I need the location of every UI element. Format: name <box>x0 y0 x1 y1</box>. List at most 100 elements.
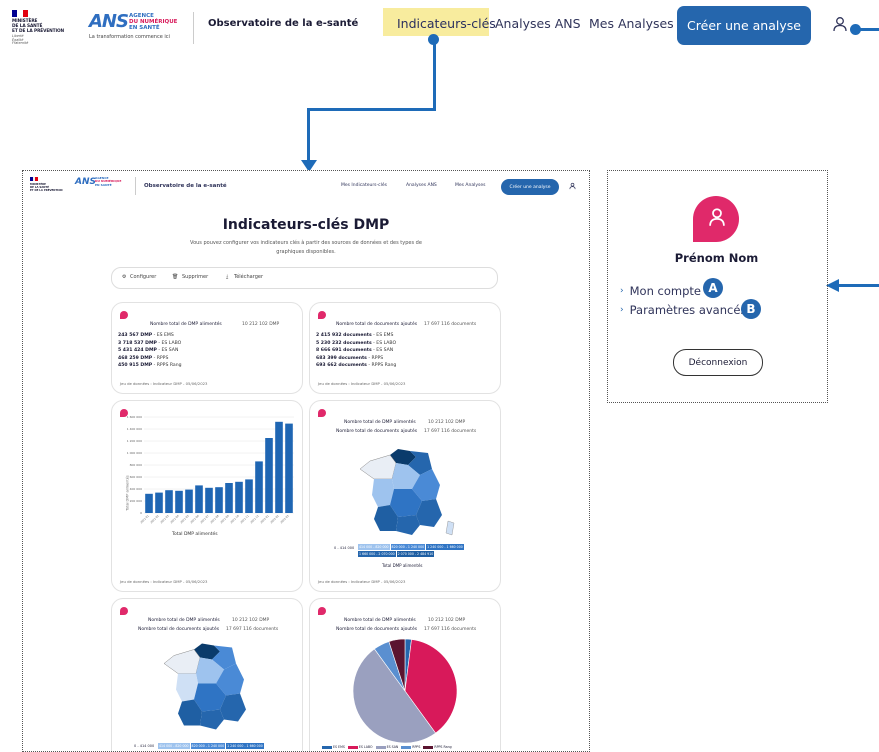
bar <box>165 490 173 513</box>
site-title[interactable]: Observatoire de la e-santé <box>208 18 358 29</box>
card-footer: Jeu de données : Indicateur DMP - 05/06/… <box>120 579 208 584</box>
legend-item: 1 660 000 - 2 070 000 <box>358 551 396 557</box>
x-tick-label: 2022-03 <box>279 514 290 525</box>
legend-item: 820 000 - 1 240 000 <box>390 544 426 550</box>
y-tick-label: 1 400 000 <box>127 427 142 431</box>
annotation-badge-a: A <box>703 278 723 298</box>
map-legend-start: 0 - 414 000 <box>334 546 355 550</box>
preview-site-title: Observatoire de la e-santé <box>144 183 227 189</box>
pink-badge-icon <box>318 409 326 417</box>
card-title: Nombre total de DMP alimentés <box>150 322 222 327</box>
advanced-settings-label[interactable]: Paramètres avancés <box>630 303 747 317</box>
y-tick-label: 400 000 <box>130 487 142 491</box>
header-divider <box>135 177 136 195</box>
my-account-label[interactable]: Mon compte <box>630 284 701 298</box>
bar <box>195 485 203 513</box>
legend-swatch <box>347 745 358 749</box>
card-total: 10 212 102 DMP <box>232 618 270 623</box>
bar <box>265 438 273 513</box>
x-tick-label: 2021-05 <box>179 514 190 525</box>
preview-toolbar: ⚙ Configurer 🗑 Supprimer ⤓ Télécharger <box>111 267 498 289</box>
chevron-right-icon: › <box>620 286 624 296</box>
bar <box>155 492 163 513</box>
gov-motto: Liberté Égalité Fraternité <box>12 34 29 46</box>
legend-swatch <box>375 745 386 749</box>
card-footer: Jeu de données : Indicateur DMP - 05/06/… <box>318 381 406 386</box>
list-item: 693 662 documents - RPPS Rang <box>316 363 397 368</box>
legend-label: RPPS Rang <box>434 745 452 749</box>
annotation-line <box>838 284 879 287</box>
bar <box>185 489 193 513</box>
y-tick-label: 0 <box>140 511 142 515</box>
preview-nav-analyses-ans: Analyses ANS <box>406 183 437 188</box>
bar <box>205 487 213 513</box>
preview-nav-mes-analyses: Mes Analyses <box>455 183 486 188</box>
french-flag-icon <box>30 177 39 181</box>
preview-nav-indicateurs: Mes Indicateurs-clés <box>341 183 387 188</box>
bar-chart: 0 200 000 400 000 600 000 800 000 1 000 000 1 … <box>127 415 294 525</box>
legend-item: ES EMS <box>322 745 345 749</box>
legend-swatch <box>423 745 434 749</box>
card-total: 17 697 116 documents <box>424 429 477 434</box>
my-account-link[interactable]: › Mon compte <box>620 284 701 298</box>
card-total: 10 212 102 DMP <box>428 420 466 425</box>
legend-item: RPPS Rang <box>423 745 452 749</box>
card-lines: 243 567 DMP - ES EMS 3 718 537 DMP - ES … <box>118 332 182 370</box>
ans-words-mini: AGENCE DU NUMÉRIQUE EN SANTÉ <box>95 176 122 187</box>
legend-item: ES SAN <box>375 745 398 749</box>
card-total: 17 697 116 documents <box>226 627 279 632</box>
annotation-line <box>433 40 436 110</box>
ans-logo[interactable]: ANS AGENCE DU NUMÉRIQUE EN SANTÉ La tran… <box>89 12 184 46</box>
bar <box>145 493 153 513</box>
kpi-card-dmp: Nombre total de DMP alimentés 10 212 102… <box>111 302 303 394</box>
preview-create-button: Créer une analyse <box>501 179 559 195</box>
x-tick-label: 2022-01 <box>259 514 270 525</box>
map-legend: 414 000 - 820 000 820 000 - 1 240 000 1 … <box>158 743 264 749</box>
advanced-settings-link[interactable]: › Paramètres avancés <box>620 303 746 317</box>
chevron-right-icon: › <box>620 305 624 315</box>
card-title: Nombre total de DMP alimentés <box>344 420 416 425</box>
y-tick-label: 600 000 <box>130 475 142 479</box>
bar <box>285 423 293 513</box>
x-tick-label: 2021-03 <box>159 514 170 525</box>
logout-button[interactable]: Déconnexion <box>673 349 763 376</box>
y-tick-label: 1 200 000 <box>127 439 142 443</box>
france-map <box>359 449 455 536</box>
bar <box>225 483 233 513</box>
nav-mes-analyses[interactable]: Mes Analyses <box>589 16 674 31</box>
create-analysis-button[interactable]: Créer une analyse <box>677 6 811 45</box>
legend-swatch <box>401 745 412 749</box>
legend-item: 414 000 - 820 000 <box>158 743 190 749</box>
y-tick-label: 1 000 000 <box>127 451 142 455</box>
x-tick-label: 2021-06 <box>189 514 200 525</box>
card-total: 17 697 116 documents <box>424 322 477 327</box>
y-tick-label: 200 000 <box>130 499 142 503</box>
bar-chart-card: 0 200 000 400 000 600 000 800 000 1 000 000 1 … <box>111 400 303 592</box>
ans-logo-words: AGENCE DU NUMÉRIQUE EN SANTÉ <box>129 13 178 31</box>
user-icon <box>569 182 576 190</box>
pink-badge-icon <box>318 311 326 319</box>
bar-chart-ylabel: Total DMP alimentés <box>125 475 130 511</box>
list-item: 243 567 DMP - ES EMS <box>118 333 174 338</box>
nav-indicateurs-cles[interactable]: Indicateurs-clés <box>397 16 496 31</box>
download-button: Télécharger <box>234 274 264 280</box>
nav-analyses-ans[interactable]: Analyses ANS <box>495 16 581 31</box>
user-icon[interactable] <box>832 16 848 32</box>
legend-label: ES EMS <box>333 745 345 749</box>
legend-item: 1 240 000 - 1 660 000 <box>226 743 264 749</box>
page-subtitle: Vous pouvez configurer vos indicateurs c… <box>190 240 422 255</box>
list-item: 3 718 537 DMP - ES LABO <box>118 340 182 346</box>
gear-icon: ⚙ <box>122 274 127 280</box>
list-item: 468 259 DMP - RPPS <box>118 355 169 361</box>
ans-logo-mini: ANS <box>75 177 96 187</box>
x-tick-label: 2021-09 <box>219 514 230 525</box>
card-total: 10 212 102 DMP <box>242 322 280 327</box>
card-title: Nombre total de documents ajoutés <box>138 627 220 632</box>
bar <box>245 479 253 513</box>
delete-button: Supprimer <box>182 274 209 280</box>
page-title: Indicateurs-clés DMP <box>222 217 390 233</box>
legend-swatch <box>322 745 332 749</box>
pink-badge-icon <box>120 607 128 615</box>
annotation-badge-b: B <box>741 299 761 319</box>
x-tick-label: 2021-07 <box>199 514 210 525</box>
